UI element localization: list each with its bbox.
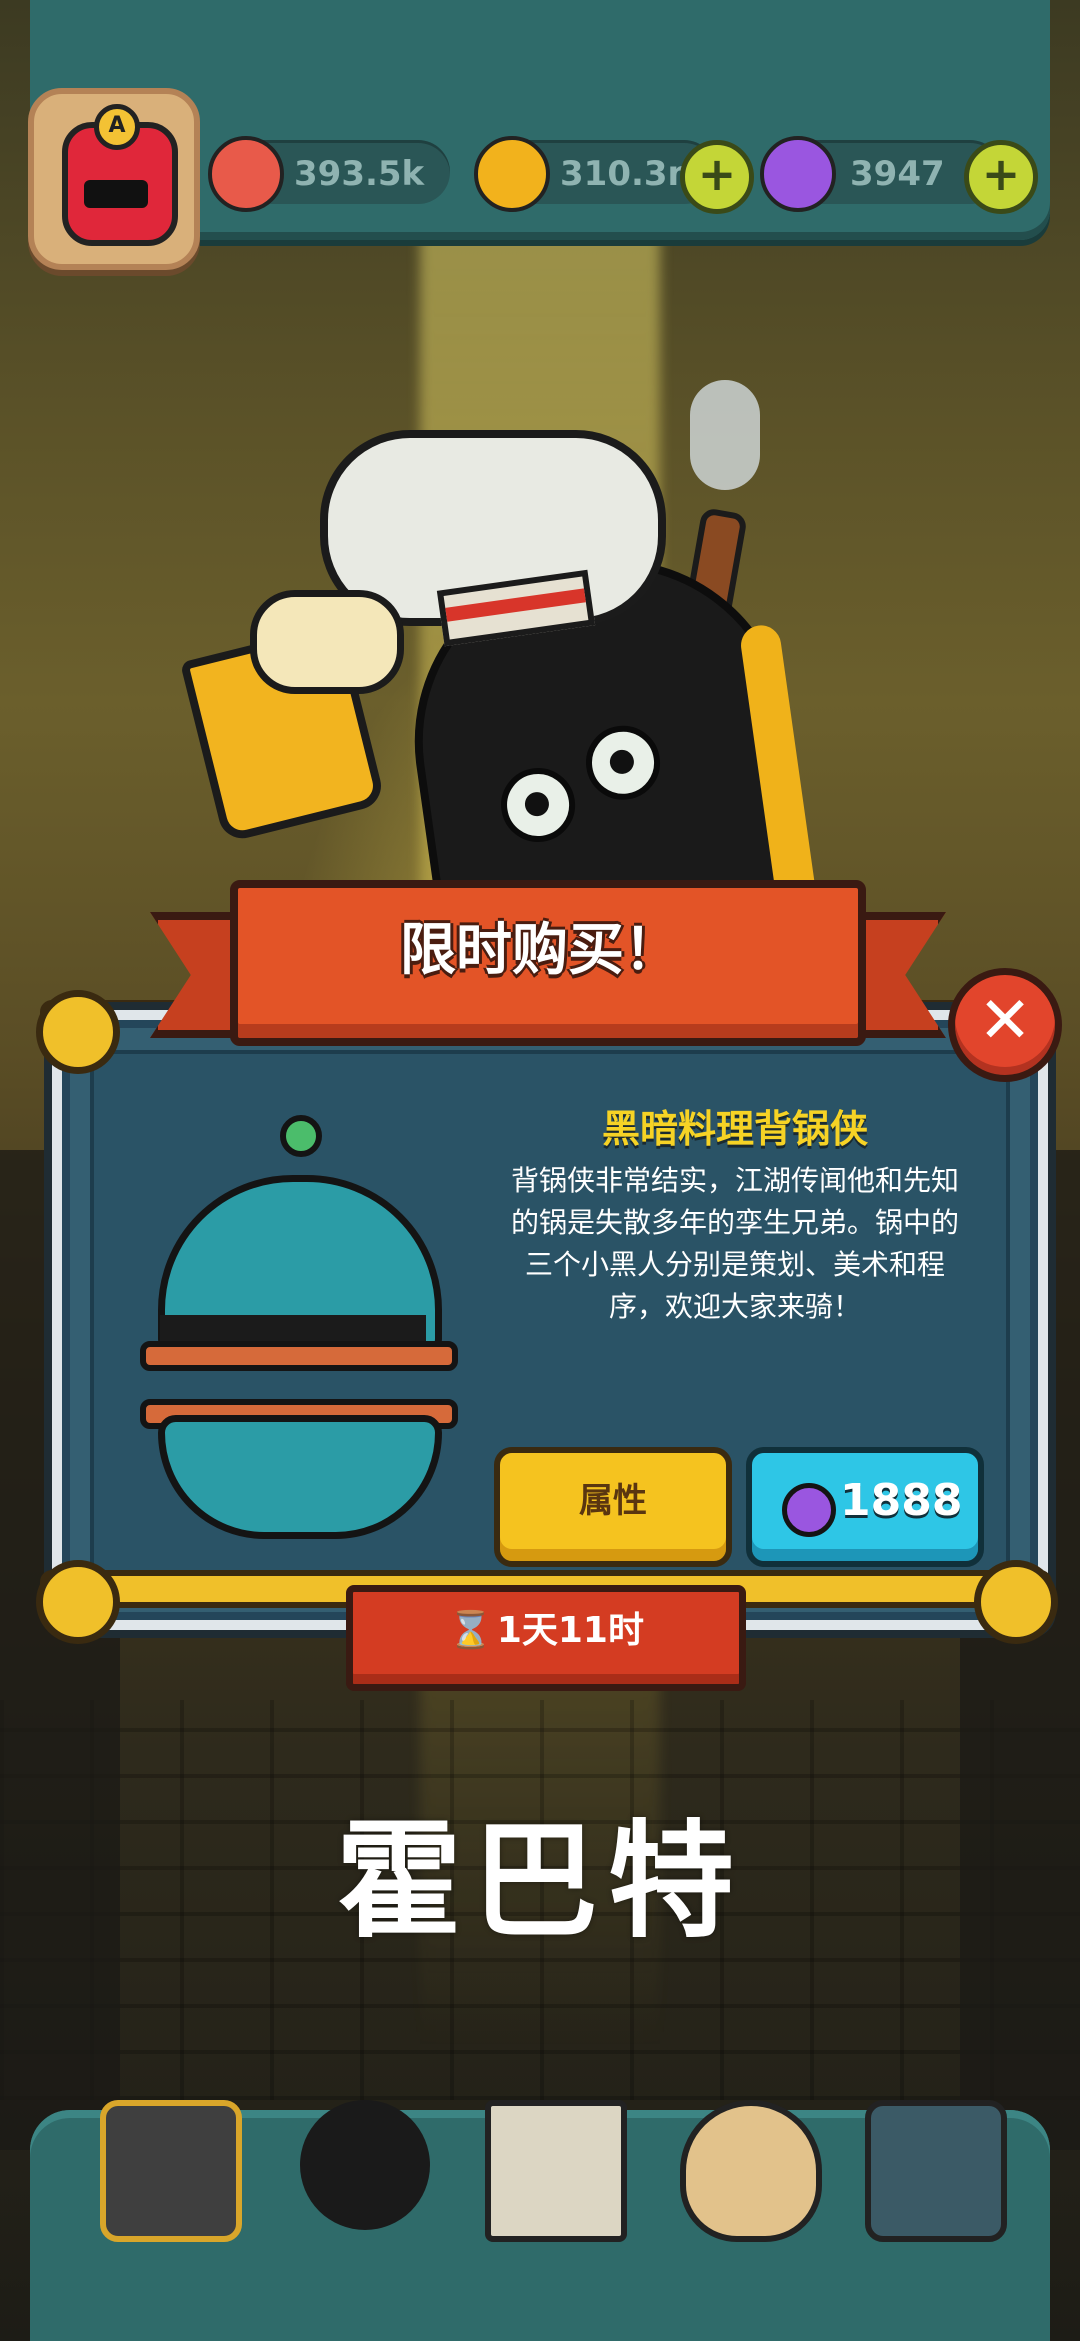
- item-description: 背锅侠非常结实，江湖传闻他和先知的锅是失散多年的孪生兄弟。锅中的三个小黑人分别是…: [510, 1164, 959, 1323]
- left-eye-icon: [496, 763, 580, 847]
- coin-bag-icon[interactable]: [680, 2100, 822, 2242]
- eyeball-icon: [208, 136, 284, 212]
- item-title: 黑暗料理背锅侠: [601, 1107, 868, 1151]
- timer-text: 1天11时: [496, 1610, 644, 1651]
- potion-icon: [760, 136, 836, 212]
- player-avatar[interactable]: A: [28, 88, 200, 270]
- potion-icon: [782, 1483, 836, 1537]
- gold-coin-icon: [474, 136, 550, 212]
- corner-ornament-icon: [36, 990, 120, 1074]
- pot-mount-icon: [140, 1115, 458, 1539]
- corner-ornament-icon: [974, 1560, 1058, 1644]
- watermark-text: 霍巴特: [336, 1808, 744, 1955]
- buy-button[interactable]: 1888: [746, 1447, 984, 1567]
- attributes-button[interactable]: 属性: [494, 1447, 732, 1567]
- grid-icon[interactable]: [865, 2100, 1007, 2242]
- countdown-timer: ⌛ 1天11时: [346, 1585, 746, 1691]
- close-button[interactable]: ✕: [948, 968, 1062, 1082]
- eyeball-count: 393.5k: [294, 154, 425, 194]
- add-potion-button[interactable]: +: [964, 140, 1038, 214]
- antenna-icon: [280, 1115, 322, 1157]
- monster-icon[interactable]: [300, 2100, 430, 2230]
- offer-banner-title: 限时购买！: [400, 918, 680, 983]
- hourglass-icon: ⌛: [448, 1610, 493, 1651]
- corner-ornament-icon: [36, 1560, 120, 1644]
- potion-count: 3947: [850, 154, 945, 194]
- smoke-icon: [690, 380, 760, 490]
- right-eye-icon: [581, 720, 665, 805]
- teeth-icon: [84, 180, 148, 208]
- rank-badge: A: [94, 104, 140, 150]
- book-icon[interactable]: [485, 2100, 627, 2242]
- price-label: 1888: [840, 1475, 963, 1526]
- pot-rim-top: [140, 1341, 458, 1371]
- shop-building-icon[interactable]: [100, 2100, 242, 2242]
- resource-eyeballs: 393.5k: [208, 136, 450, 212]
- beer-foam-icon: [250, 590, 404, 694]
- add-gold-button[interactable]: +: [680, 140, 754, 214]
